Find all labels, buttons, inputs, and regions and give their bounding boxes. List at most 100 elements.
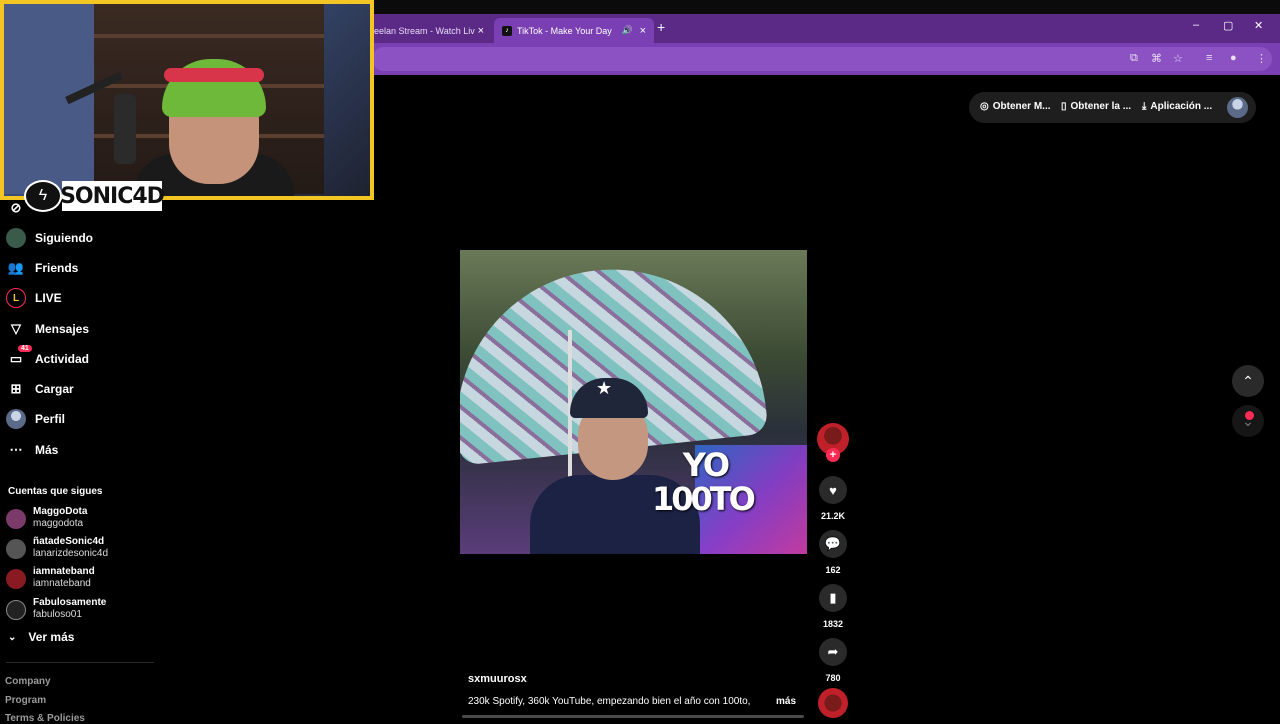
sidebar-item-label: Más bbox=[35, 443, 59, 457]
new-tab-button[interactable]: + bbox=[657, 19, 665, 35]
video-player[interactable]: ★ YO 100TO bbox=[460, 250, 807, 554]
audio-playing-icon[interactable]: 🔊 bbox=[622, 25, 633, 36]
phone-icon: ▯ bbox=[1061, 101, 1067, 112]
download-icon: ⤓ bbox=[1142, 101, 1147, 112]
share-icon: ➦ bbox=[827, 644, 839, 659]
translate-icon[interactable]: ⌘ bbox=[1151, 52, 1162, 65]
sidebar-item-perfil[interactable]: Perfil bbox=[6, 408, 65, 430]
get-coins-button[interactable]: ◎ Obtener M... bbox=[980, 101, 1051, 112]
account-name: ñatadeSonic4d bbox=[33, 536, 105, 547]
save-button[interactable]: ▮ bbox=[819, 584, 847, 612]
menu-icon[interactable]: ⋮ bbox=[1256, 52, 1267, 65]
video-overlay-text: YO 100TO bbox=[652, 446, 756, 516]
sidebar-item-mensajes[interactable]: ▽ Mensajes bbox=[6, 318, 89, 340]
avatar bbox=[6, 509, 26, 529]
messages-icon: ▽ bbox=[11, 321, 21, 336]
more-icon: ⋯ bbox=[9, 442, 23, 457]
get-app-label: Obtener la ... bbox=[1070, 101, 1132, 112]
coins-icon: ◎ bbox=[980, 101, 989, 112]
video-progress-bar[interactable] bbox=[462, 715, 804, 718]
sidebar-item-label: Cargar bbox=[35, 382, 74, 396]
shelf-line bbox=[94, 34, 324, 38]
following-account[interactable]: ñatadeSonic4d lanarizdesonic4d bbox=[6, 535, 156, 563]
previous-video-button[interactable]: ⌃ bbox=[1232, 365, 1264, 397]
avatar bbox=[6, 600, 26, 620]
footer-link-program[interactable]: Program bbox=[5, 695, 46, 706]
get-coins-label: Obtener M... bbox=[992, 101, 1051, 112]
video-author[interactable]: sxmuurosx bbox=[468, 673, 527, 685]
upload-icon: ⊞ bbox=[10, 381, 22, 396]
like-button[interactable]: ♥ bbox=[819, 476, 847, 504]
sidebar-item-live[interactable]: L LIVE bbox=[6, 287, 62, 309]
account-handle: iamnateband bbox=[33, 578, 91, 589]
sidebar-item-explore[interactable]: ⊘ bbox=[6, 197, 35, 219]
next-video-button[interactable]: ⌄ bbox=[1232, 405, 1264, 437]
see-more-button[interactable]: ⌄ Ver más bbox=[8, 630, 74, 644]
minimize-button[interactable]: – bbox=[1193, 19, 1199, 31]
microphone bbox=[114, 94, 136, 164]
extension-icon[interactable]: ● bbox=[1230, 52, 1237, 64]
footer-link-company[interactable]: Company bbox=[5, 676, 51, 687]
sidebar-item-label: Siguiendo bbox=[35, 231, 93, 245]
sidebar-item-friends[interactable]: 👥 Friends bbox=[6, 257, 78, 279]
media-icon[interactable]: ≡ bbox=[1206, 52, 1212, 64]
see-more-label: Ver más bbox=[28, 630, 75, 644]
desktop-app-button[interactable]: ⤓ Aplicación ... bbox=[1142, 101, 1212, 112]
music-disc-icon[interactable] bbox=[818, 688, 848, 718]
maximize-button[interactable]: ▢ bbox=[1223, 19, 1233, 32]
sidebar-item-cargar[interactable]: ⊞ Cargar bbox=[6, 378, 74, 400]
footer-link-terms[interactable]: Terms & Policies bbox=[5, 713, 85, 724]
hat-goggles bbox=[164, 68, 264, 82]
following-avatar-icon bbox=[6, 228, 26, 248]
close-window-button[interactable]: ✕ bbox=[1254, 19, 1263, 32]
tiktok-logo-icon: ♪ bbox=[502, 25, 512, 36]
activity-icon: ▭ 41 bbox=[6, 345, 32, 369]
account-name: iamnateband bbox=[33, 566, 95, 577]
following-account[interactable]: Fabulosamente fabuloso01 bbox=[6, 596, 156, 624]
comment-count: 162 bbox=[825, 565, 841, 575]
bookmark-star-icon[interactable]: ☆ bbox=[1173, 52, 1183, 65]
chevron-down-icon: ⌄ bbox=[8, 631, 17, 643]
account-name: Fabulosamente bbox=[33, 597, 107, 608]
overlay-line-1: YO bbox=[682, 446, 730, 484]
more-button[interactable]: más bbox=[776, 696, 796, 707]
follow-button[interactable]: + bbox=[826, 448, 840, 462]
comment-icon: 💬 bbox=[824, 536, 842, 551]
bookmark-icon: ▮ bbox=[829, 590, 837, 605]
compass-icon: ⊘ bbox=[10, 200, 22, 215]
comment-button[interactable]: 💬 bbox=[819, 530, 847, 558]
share-button[interactable]: ➦ bbox=[819, 638, 847, 666]
sidebar-item-label: Perfil bbox=[35, 412, 66, 426]
close-tab-icon[interactable]: × bbox=[478, 25, 484, 37]
notification-dot bbox=[1245, 411, 1254, 420]
get-app-button[interactable]: ▯ Obtener la ... bbox=[1061, 101, 1131, 112]
following-account[interactable]: iamnateband iamnateband bbox=[6, 565, 156, 593]
tab-stream[interactable]: Keelan Stream - Watch Liv × bbox=[360, 18, 492, 43]
live-icon: L bbox=[6, 288, 26, 308]
sidebar-item-actividad[interactable]: ▭ 41 Actividad bbox=[6, 345, 90, 370]
notification-badge: 41 bbox=[18, 345, 32, 352]
close-tab-icon[interactable]: × bbox=[640, 25, 646, 37]
user-avatar[interactable] bbox=[1227, 97, 1248, 118]
sidebar-item-mas[interactable]: ⋯ Más bbox=[6, 439, 59, 461]
chevron-up-icon: ⌃ bbox=[1242, 372, 1254, 389]
sidebar-item-siguiendo[interactable]: Siguiendo bbox=[6, 227, 93, 249]
star-icon: ★ bbox=[596, 378, 613, 398]
desktop-app-label: Aplicación ... bbox=[1150, 101, 1213, 112]
sidebar-item-label: LIVE bbox=[35, 291, 62, 305]
tab-label: TikTok - Make Your Day bbox=[517, 25, 612, 36]
account-name: MaggoDota bbox=[33, 506, 88, 517]
video-description: 230k Spotify, 360k YouTube, empezando bi… bbox=[468, 696, 751, 707]
account-handle: fabuloso01 bbox=[33, 609, 82, 620]
sidebar-item-label: Actividad bbox=[35, 352, 90, 366]
tab-tiktok[interactable]: ♪ TikTok - Make Your Day 🔊 × bbox=[494, 18, 654, 43]
like-count: 21.2K bbox=[820, 511, 846, 521]
cast-icon[interactable]: ⧉ bbox=[1130, 52, 1138, 65]
friends-icon: 👥 bbox=[7, 260, 25, 275]
following-accounts-title: Cuentas que sigues bbox=[8, 486, 103, 497]
account-handle: maggodota bbox=[33, 518, 84, 529]
webcam-overlay bbox=[0, 0, 374, 200]
following-account[interactable]: MaggoDota maggodota bbox=[6, 505, 156, 533]
share-count: 780 bbox=[825, 673, 841, 683]
background-door bbox=[4, 4, 94, 194]
